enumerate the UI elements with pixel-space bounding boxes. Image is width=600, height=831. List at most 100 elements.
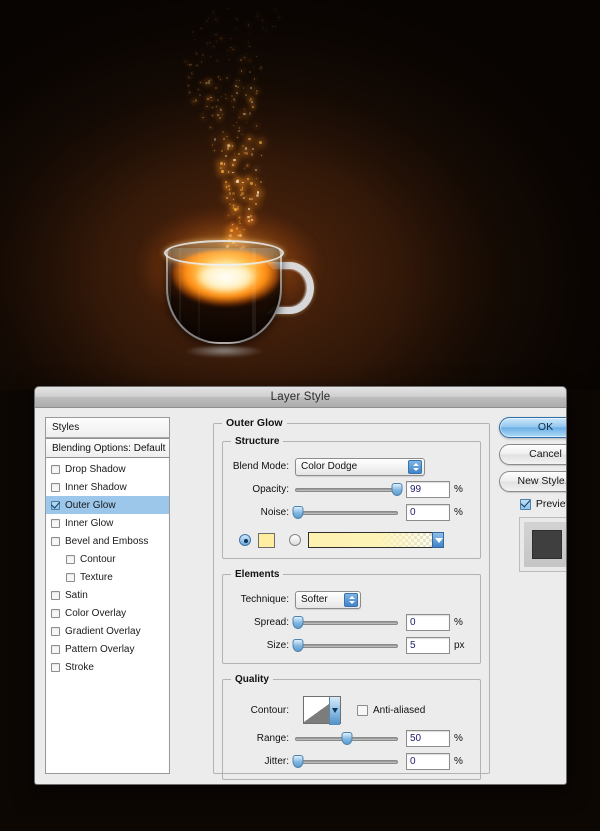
spark	[201, 28, 202, 29]
new-style-button[interactable]: New Style...	[499, 471, 567, 492]
slider-knob[interactable]	[293, 616, 304, 629]
style-item-contour[interactable]: Contour	[46, 550, 169, 568]
style-item-checkbox[interactable]	[51, 663, 60, 672]
opacity-slider[interactable]	[295, 483, 398, 497]
spark	[194, 39, 195, 40]
style-item-checkbox[interactable]	[51, 537, 60, 546]
spark	[228, 59, 230, 61]
style-item-color-overlay[interactable]: Color Overlay	[46, 604, 169, 622]
style-item-outer-glow[interactable]: Outer Glow	[46, 496, 169, 514]
spark	[227, 50, 228, 51]
anti-aliased-checkbox[interactable]	[357, 705, 368, 716]
jitter-input[interactable]: 0	[406, 753, 450, 770]
glow-color-swatch[interactable]	[258, 533, 275, 548]
style-item-inner-shadow[interactable]: Inner Shadow	[46, 478, 169, 496]
anti-aliased-label: Anti-aliased	[373, 705, 425, 716]
style-item-checkbox[interactable]	[51, 501, 60, 510]
slider-knob[interactable]	[341, 732, 352, 745]
style-item-texture[interactable]: Texture	[46, 568, 169, 586]
spark	[278, 17, 280, 19]
jitter-slider[interactable]	[295, 755, 398, 769]
spark	[216, 41, 217, 42]
ok-button[interactable]: OK	[499, 417, 567, 438]
spark	[237, 86, 239, 88]
gradient-fill-radio[interactable]	[289, 534, 301, 546]
spark	[210, 79, 212, 81]
style-item-bevel-and-emboss[interactable]: Bevel and Emboss	[46, 532, 169, 550]
spark	[241, 70, 243, 72]
spark	[244, 152, 246, 154]
slider-track	[295, 760, 398, 764]
style-item-checkbox[interactable]	[51, 627, 60, 636]
style-item-gradient-overlay[interactable]: Gradient Overlay	[46, 622, 169, 640]
blending-options-row[interactable]: Blending Options: Default	[46, 438, 169, 458]
range-input[interactable]: 50	[406, 730, 450, 747]
style-item-satin[interactable]: Satin	[46, 586, 169, 604]
chevron-updown-icon	[344, 593, 358, 607]
spark	[258, 12, 259, 13]
style-item-label: Outer Glow	[65, 500, 116, 511]
opacity-input[interactable]: 99	[406, 481, 450, 498]
spark	[247, 165, 248, 166]
size-slider[interactable]	[295, 639, 398, 653]
style-item-checkbox[interactable]	[51, 465, 60, 474]
spark	[205, 82, 207, 84]
style-item-checkbox[interactable]	[51, 519, 60, 528]
size-input[interactable]: 5	[406, 637, 450, 654]
spark	[243, 87, 245, 89]
style-item-drop-shadow[interactable]: Drop Shadow	[46, 460, 169, 478]
style-item-label: Bevel and Emboss	[65, 536, 148, 547]
noise-slider[interactable]	[295, 506, 398, 520]
spark	[213, 12, 214, 13]
styles-header[interactable]: Styles	[46, 418, 169, 438]
spark	[206, 106, 208, 108]
spread-slider[interactable]	[295, 616, 398, 630]
style-item-checkbox[interactable]	[51, 483, 60, 492]
spark	[238, 130, 240, 132]
gradient-preview[interactable]	[308, 532, 433, 548]
anti-aliased-row[interactable]: Anti-aliased	[357, 705, 425, 716]
slider-knob[interactable]	[293, 506, 304, 519]
slider-knob[interactable]	[391, 483, 402, 496]
style-item-checkbox[interactable]	[66, 555, 75, 564]
style-item-stroke[interactable]: Stroke	[46, 658, 169, 676]
technique-select[interactable]: Softer	[295, 591, 361, 609]
spark	[221, 170, 224, 173]
spark	[202, 113, 203, 114]
range-slider[interactable]	[295, 732, 398, 746]
spark	[244, 108, 246, 110]
spread-input[interactable]: 0	[406, 614, 450, 631]
style-item-checkbox[interactable]	[51, 609, 60, 618]
chevron-down-icon[interactable]	[432, 532, 444, 548]
preview-checkbox[interactable]	[520, 499, 531, 510]
spark	[230, 47, 231, 48]
chevron-down-icon[interactable]	[329, 697, 340, 725]
style-item-checkbox[interactable]	[51, 645, 60, 654]
preview-label: Preview	[536, 498, 567, 510]
spark	[251, 153, 254, 156]
style-item-label: Inner Glow	[65, 518, 113, 529]
spark	[237, 19, 238, 20]
spark	[220, 109, 222, 111]
size-row: Size: 5 px	[231, 636, 472, 655]
spark	[233, 125, 234, 126]
slider-knob[interactable]	[293, 639, 304, 652]
style-item-pattern-overlay[interactable]: Pattern Overlay	[46, 640, 169, 658]
spark	[249, 60, 251, 62]
spark	[254, 78, 255, 79]
blend-mode-select[interactable]: Color Dodge	[295, 458, 425, 476]
noise-input[interactable]: 0	[406, 504, 450, 521]
preview-toggle[interactable]: Preview	[499, 498, 567, 510]
spark	[214, 150, 215, 151]
spark	[226, 136, 228, 138]
slider-knob[interactable]	[293, 755, 304, 768]
cancel-button[interactable]: Cancel	[499, 444, 567, 465]
dialog-titlebar[interactable]: Layer Style	[35, 387, 566, 408]
style-item-inner-glow[interactable]: Inner Glow	[46, 514, 169, 532]
spark	[260, 181, 262, 183]
style-item-checkbox[interactable]	[66, 573, 75, 582]
color-fill-radio[interactable]	[239, 534, 251, 546]
spark	[220, 38, 222, 40]
style-item-checkbox[interactable]	[51, 591, 60, 600]
contour-preview[interactable]	[303, 696, 341, 724]
